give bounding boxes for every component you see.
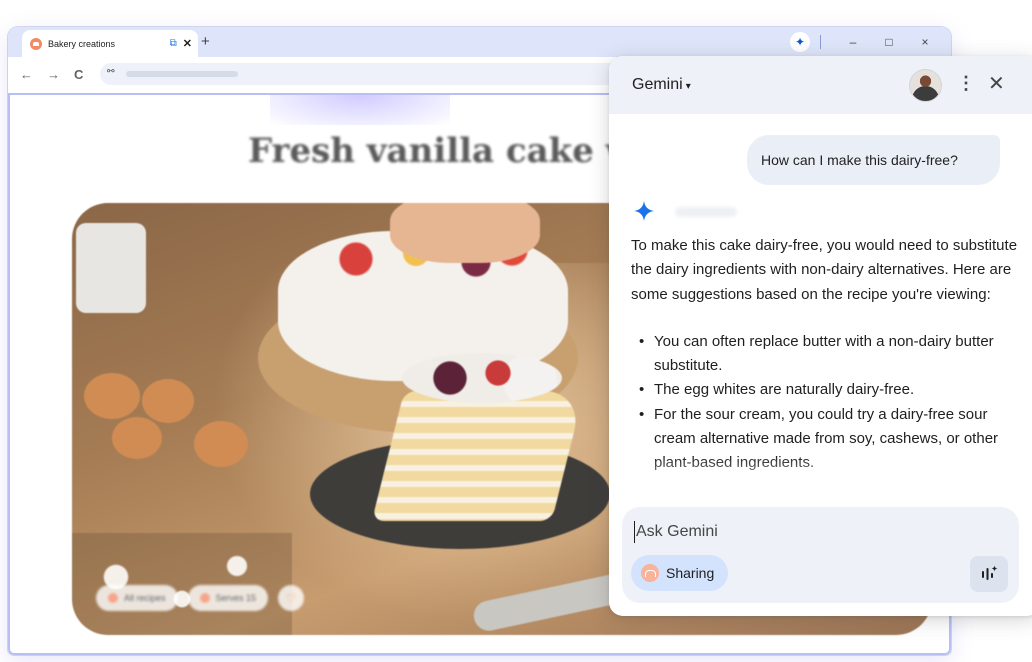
list-item: You can often replace butter with a non-… bbox=[631, 330, 1019, 379]
gemini-toolbar-button[interactable]: ✦ bbox=[790, 32, 810, 52]
serves-chip[interactable]: Serves 15 bbox=[187, 585, 269, 611]
favorite-button[interactable]: ♡ bbox=[278, 585, 305, 611]
gemini-sharing-indicator-icon: ⧉ bbox=[169, 38, 177, 49]
recipe-icon bbox=[108, 593, 118, 603]
voice-sparkle-icon bbox=[982, 565, 998, 580]
gemini-model-menu[interactable]: Gemini ▾ bbox=[632, 76, 691, 94]
tab-bakery-creations[interactable]: Bakery creations ⧉ ✕ bbox=[22, 30, 198, 57]
live-voice-button[interactable] bbox=[970, 556, 1008, 592]
gemini-response: To make this cake dairy-free, you would … bbox=[631, 234, 1019, 476]
chevron-down-icon: ▾ bbox=[685, 81, 691, 92]
ask-gemini-input[interactable] bbox=[634, 521, 994, 543]
close-icon[interactable]: ✕ bbox=[988, 71, 1005, 96]
suggestion-list: You can often replace butter with a non-… bbox=[631, 330, 1019, 476]
sharing-label: Sharing bbox=[666, 565, 715, 581]
maximize-button[interactable]: □ bbox=[871, 35, 907, 49]
reload-button[interactable]: C bbox=[74, 67, 83, 82]
close-window-button[interactable]: × bbox=[907, 35, 943, 49]
tab-strip: Bakery creations ⧉ ✕ + ✦ – □ × bbox=[8, 27, 951, 57]
gemini-panel: Gemini ▾ ⋮ ✕ How can I make this dairy-fr… bbox=[609, 56, 1032, 616]
site-info-icon[interactable]: ⚯ bbox=[107, 66, 115, 77]
back-button[interactable]: ← bbox=[20, 67, 33, 82]
tab-title: Bakery creations bbox=[48, 38, 116, 49]
tab-close-icon[interactable]: ✕ bbox=[183, 37, 192, 50]
prompt-box: Sharing bbox=[622, 507, 1019, 603]
sharing-chip[interactable]: Sharing bbox=[631, 555, 728, 591]
response-intro: To make this cake dairy-free, you would … bbox=[631, 237, 1018, 303]
gemini-title: Gemini bbox=[632, 76, 683, 93]
list-item: The egg whites are naturally dairy-free. bbox=[631, 378, 1019, 403]
minimize-button[interactable]: – bbox=[835, 35, 871, 49]
forward-button[interactable]: → bbox=[47, 67, 60, 82]
more-options-icon[interactable]: ⋮ bbox=[957, 73, 975, 94]
cake-favicon-icon bbox=[641, 564, 659, 582]
new-tab-button[interactable]: + bbox=[201, 33, 210, 50]
page-glow bbox=[270, 95, 450, 125]
recipe-chips: All recipes Serves 15 ♡ bbox=[96, 585, 305, 611]
user-message-bubble: How can I make this dairy-free? bbox=[747, 135, 1000, 185]
response-label bbox=[675, 207, 737, 217]
heart-icon: ♡ bbox=[286, 592, 296, 605]
url-text bbox=[126, 71, 238, 77]
servings-icon bbox=[199, 593, 210, 603]
scroll-fade bbox=[609, 456, 1032, 512]
gemini-sparkle-icon bbox=[633, 200, 655, 222]
window-controls: ✦ – □ × bbox=[790, 32, 943, 52]
avatar[interactable] bbox=[909, 69, 942, 102]
user-message: How can I make this dairy-free? bbox=[761, 152, 958, 168]
cake-favicon-icon bbox=[30, 37, 42, 50]
all-recipes-chip[interactable]: All recipes bbox=[96, 585, 178, 611]
gemini-header: Gemini ▾ ⋮ ✕ bbox=[609, 56, 1032, 114]
toolbar-divider bbox=[820, 35, 821, 49]
